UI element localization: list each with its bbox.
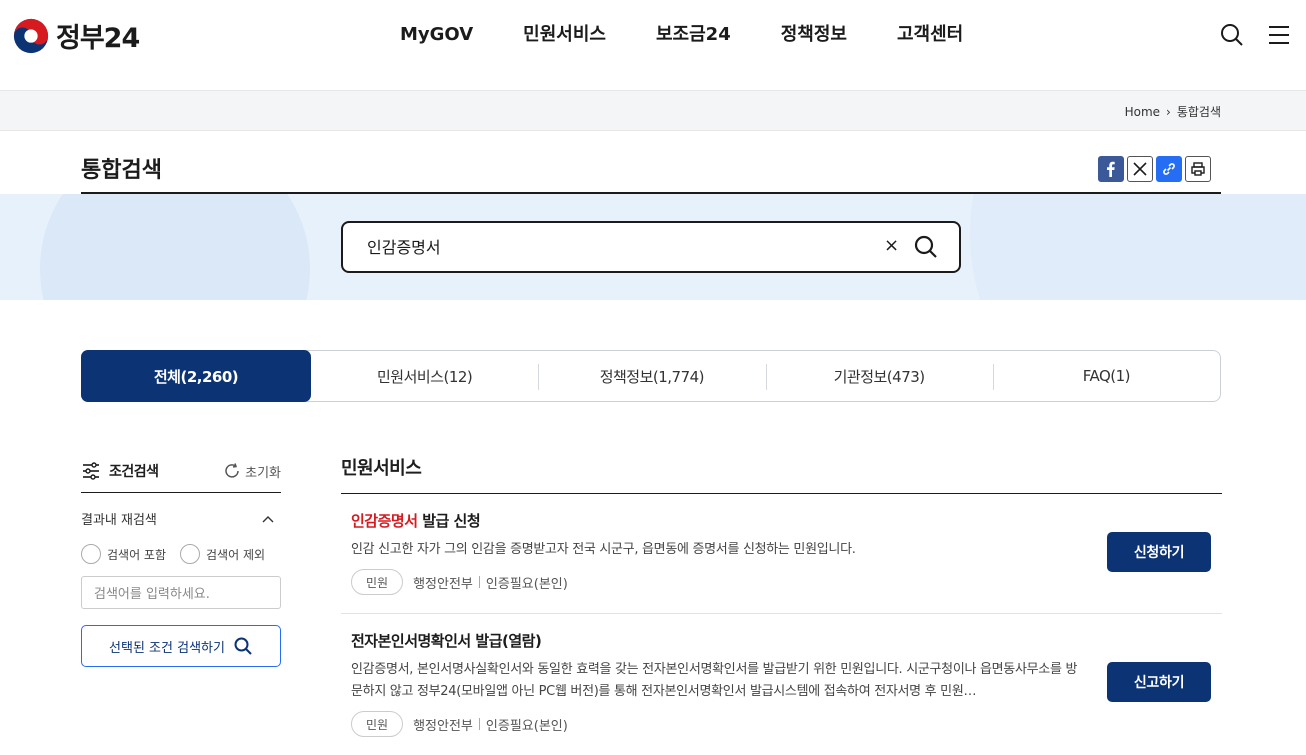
- nav-item-customer-center[interactable]: 고객센터: [897, 22, 963, 48]
- nav-item-policy[interactable]: 정책정보: [781, 22, 847, 48]
- nav-item-civil-service[interactable]: 민원서비스: [523, 22, 606, 48]
- refine-label: 결과내 재검색: [81, 513, 157, 528]
- result-title-highlight: 인감증명서: [351, 512, 418, 530]
- site-header: 정부24 MyGOV 민원서비스 보조금24 정책정보 고객센터: [0, 0, 1306, 90]
- radio-circle: [81, 544, 101, 564]
- search-icon[interactable]: [1219, 22, 1245, 48]
- exclude-keyword-radio[interactable]: 검색어 제외: [180, 544, 265, 564]
- refine-accordion[interactable]: 결과내 재검색: [81, 509, 281, 528]
- refine-keyword-placeholder: 검색어를 입력하세요.: [94, 587, 210, 602]
- include-keyword-radio[interactable]: 검색어 포함: [81, 544, 166, 564]
- search-box: ×: [341, 221, 961, 273]
- apply-filter-button[interactable]: 선택된 조건 검색하기: [81, 625, 281, 667]
- filter-sliders-icon: [83, 462, 99, 480]
- auth-label: 인증필요(본인): [485, 576, 568, 592]
- x-icon: [1133, 162, 1147, 176]
- result-title-rest: 전자본인서명확인서 발급(열람): [351, 632, 542, 650]
- print-button[interactable]: [1185, 156, 1211, 182]
- decor-circle: [40, 194, 310, 300]
- tab-agency[interactable]: 기관정보(473): [765, 351, 993, 401]
- result-description: 인감 신고한 자가 그의 인감을 증명받고자 전국 시군구, 읍면동에 증명서를…: [351, 542, 856, 557]
- copy-link-button[interactable]: [1156, 156, 1182, 182]
- site-logo[interactable]: 정부24: [12, 16, 140, 55]
- breadcrumb-current: 통합검색: [1176, 105, 1221, 119]
- filter-title-label: 조건검색: [109, 464, 159, 480]
- facebook-icon: [1107, 161, 1115, 177]
- apply-button[interactable]: 신청하기: [1107, 532, 1211, 572]
- results-list: 민원서비스 인감증명서 발급 신청 인감 신고한 자가 그의 인감을 증명받고자…: [341, 454, 1222, 755]
- logo-text: 정부24: [56, 23, 140, 54]
- menu-icon[interactable]: [1266, 22, 1292, 48]
- result-description: 인감증명서, 본인서명사실확인서와 동일한 효력을 갖는 전자본인서명확인서를 …: [351, 662, 1078, 699]
- decor-circle: [970, 194, 1306, 300]
- agency-label: 행정안전부: [413, 576, 473, 592]
- meta-divider: [478, 718, 480, 730]
- breadcrumb-bar: Home › 통합검색: [0, 90, 1306, 131]
- result-category-tabs: 전체(2,260) 민원서비스(12) 정책정보(1,774) 기관정보(473…: [81, 350, 1221, 402]
- link-icon: [1163, 163, 1175, 175]
- result-title[interactable]: 인감증명서 발급 신청: [351, 510, 1222, 531]
- x-share-button[interactable]: [1127, 156, 1153, 182]
- section-title: 민원서비스: [341, 454, 1222, 494]
- exclude-keyword-label: 검색어 제외: [206, 547, 266, 562]
- result-item: 인감증명서 발급 신청 인감 신고한 자가 그의 인감을 증명받고자 전국 시군…: [341, 494, 1222, 614]
- radio-circle: [180, 544, 201, 564]
- filter-header: 조건검색 초기화: [81, 450, 281, 493]
- meta-divider: [478, 576, 480, 588]
- category-chip: 민원: [351, 569, 404, 595]
- share-toolbar: [1098, 156, 1211, 182]
- search-icon: [234, 637, 252, 655]
- filter-panel: 조건검색 초기화 결과내 재검색 검색어 포함 검색어 제외 검색어를 입력하세…: [81, 450, 281, 667]
- breadcrumb: Home › 통합검색: [1125, 103, 1221, 120]
- apply-filter-label: 선택된 조건 검색하기: [109, 640, 225, 656]
- filter-reset-button[interactable]: 초기화: [223, 462, 281, 481]
- breadcrumb-home[interactable]: Home: [1125, 105, 1160, 119]
- result-title[interactable]: 전자본인서명확인서 발급(열람): [351, 630, 1222, 651]
- refine-keyword-input[interactable]: 검색어를 입력하세요.: [81, 576, 281, 609]
- main-nav: MyGOV 민원서비스 보조금24 정책정보 고객센터: [400, 22, 1013, 48]
- tab-civil-service[interactable]: 민원서비스(12): [311, 351, 538, 401]
- nav-item-mygov[interactable]: MyGOV: [400, 22, 473, 48]
- result-item: 전자본인서명확인서 발급(열람) 인감증명서, 본인서명사실확인서와 동일한 효…: [341, 614, 1222, 755]
- clear-search-icon[interactable]: ×: [884, 235, 899, 256]
- filter-reset-label: 초기화: [245, 465, 281, 481]
- filter-title: 조건검색: [81, 461, 159, 481]
- refresh-icon: [225, 463, 239, 478]
- auth-label: 인증필요(본인): [485, 718, 568, 734]
- result-meta: 민원 행정안전부 인증필요(본인): [351, 711, 1222, 737]
- result-meta: 민원 행정안전부 인증필요(본인): [351, 569, 1222, 595]
- nav-item-subsidy[interactable]: 보조금24: [656, 22, 731, 48]
- search-submit-icon[interactable]: [913, 234, 939, 260]
- taegeuk-logo-icon: [13, 18, 49, 53]
- agency-label: 행정안전부: [413, 718, 473, 734]
- tab-policy[interactable]: 정책정보(1,774): [538, 351, 765, 401]
- include-keyword-label: 검색어 포함: [107, 547, 167, 562]
- category-chip: 민원: [351, 711, 404, 737]
- result-title-rest: 발급 신청: [417, 512, 481, 530]
- facebook-share-button[interactable]: [1098, 156, 1124, 182]
- tab-all[interactable]: 전체(2,260): [81, 350, 311, 402]
- search-input[interactable]: [367, 236, 867, 255]
- chevron-up-icon: [262, 515, 274, 522]
- report-button[interactable]: 신고하기: [1107, 662, 1211, 702]
- tab-faq[interactable]: FAQ(1): [992, 351, 1220, 401]
- page-title: 통합검색: [81, 158, 162, 183]
- chevron-right-icon: ›: [1166, 104, 1171, 119]
- refine-radios: 검색어 포함 검색어 제외: [81, 544, 281, 564]
- printer-icon: [1191, 162, 1205, 176]
